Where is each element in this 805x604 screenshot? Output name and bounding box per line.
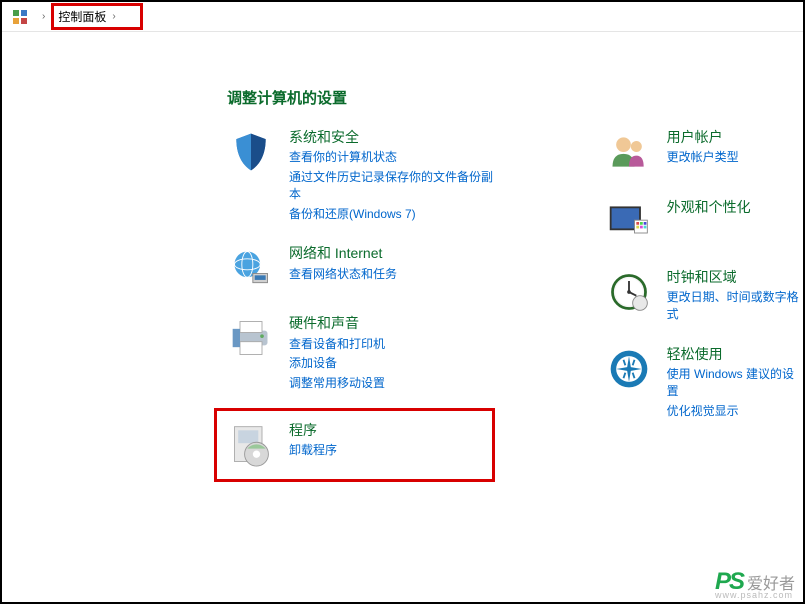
shield-icon [227,128,275,176]
chevron-right-icon: › [112,11,115,22]
left-column: 系统和安全 查看你的计算机状态 通过文件历史记录保存你的文件备份副本 备份和还原… [227,128,495,482]
page-title: 调整计算机的设置 [227,87,803,108]
sub-link[interactable]: 调整常用移动设置 [289,375,385,392]
sub-link[interactable]: 查看网络状态和任务 [289,266,397,283]
programs-highlight: 程序 卸载程序 [214,408,495,482]
category-title[interactable]: 时钟和区域 [667,268,803,286]
category-system-security[interactable]: 系统和安全 查看你的计算机状态 通过文件历史记录保存你的文件备份副本 备份和还原… [227,128,495,222]
address-bar: › 控制面板 › [2,2,803,32]
ease-of-access-icon [605,345,653,393]
clock-icon [605,268,653,316]
right-column: 用户帐户 更改帐户类型 外观和个性化 时钟和区域 更改日期、时间或数字格式 [605,128,803,482]
sub-link[interactable]: 通过文件历史记录保存你的文件备份副本 [289,169,495,203]
disc-box-icon [227,421,275,469]
sub-link[interactable]: 优化视觉显示 [667,403,803,420]
category-network[interactable]: 网络和 Internet 查看网络状态和任务 [227,244,495,292]
category-hardware-sound[interactable]: 硬件和声音 查看设备和打印机 添加设备 调整常用移动设置 [227,314,495,392]
sub-link[interactable]: 查看你的计算机状态 [289,149,495,166]
category-title[interactable]: 轻松使用 [667,345,803,363]
monitor-personalization-icon [605,198,653,246]
sub-link[interactable]: 更改帐户类型 [667,149,739,166]
category-title[interactable]: 硬件和声音 [289,314,385,332]
sub-link[interactable]: 使用 Windows 建议的设置 [667,366,803,400]
chevron-right-icon: › [42,11,45,22]
breadcrumb-root[interactable]: 控制面板 [58,8,106,25]
sub-link[interactable]: 备份和还原(Windows 7) [289,206,495,223]
control-panel-icon [12,9,28,25]
category-title[interactable]: 外观和个性化 [667,198,751,216]
sub-link[interactable]: 卸载程序 [289,442,337,459]
printer-icon [227,314,275,362]
category-title[interactable]: 程序 [289,421,337,439]
breadcrumb-highlight: 控制面板 › [51,3,142,30]
category-ease-of-access[interactable]: 轻松使用 使用 Windows 建议的设置 优化视觉显示 [605,345,803,420]
sub-link[interactable]: 查看设备和打印机 [289,336,385,353]
category-title[interactable]: 网络和 Internet [289,244,397,262]
sub-link[interactable]: 添加设备 [289,355,385,372]
category-appearance[interactable]: 外观和个性化 [605,198,803,246]
category-clock-region[interactable]: 时钟和区域 更改日期、时间或数字格式 [605,268,803,323]
category-user-accounts[interactable]: 用户帐户 更改帐户类型 [605,128,803,176]
category-columns: 系统和安全 查看你的计算机状态 通过文件历史记录保存你的文件备份副本 备份和还原… [2,128,803,482]
users-icon [605,128,653,176]
category-title[interactable]: 系统和安全 [289,128,495,146]
globe-network-icon [227,244,275,292]
watermark-url: www.psahz.com [715,590,793,600]
category-programs[interactable]: 程序 卸载程序 [227,421,422,469]
category-title[interactable]: 用户帐户 [667,128,739,146]
sub-link[interactable]: 更改日期、时间或数字格式 [667,289,803,323]
